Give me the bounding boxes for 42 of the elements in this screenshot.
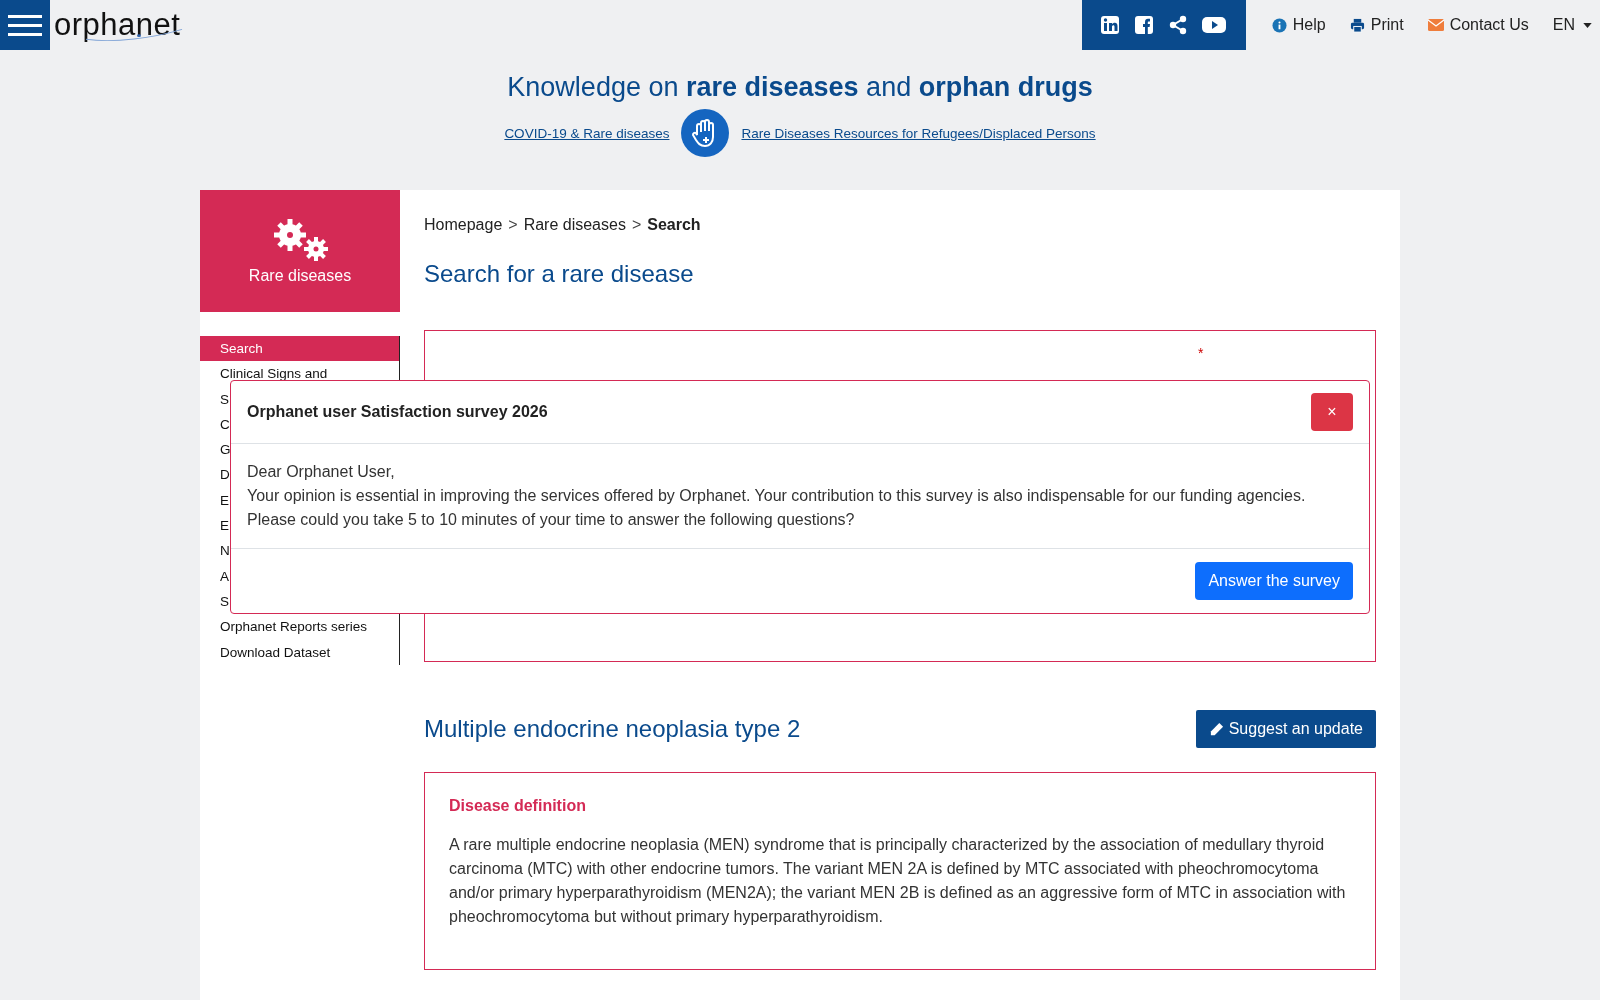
sidebar-item[interactable]: Orphanet Reports series (200, 614, 399, 640)
dialog-text: Please could you take 5 to 10 minutes of your time to answer the following questions? (247, 510, 856, 530)
disease-title: Multiple endocrine neoplasia type 2 (424, 715, 801, 743)
hand-icon (681, 109, 730, 157)
page-title: Search for a rare disease (424, 260, 695, 288)
linkedin-icon[interactable] (1099, 15, 1120, 35)
suggest-update-button[interactable]: Suggest an update (1195, 710, 1376, 748)
envelope-icon (1427, 19, 1444, 31)
caret-icon (1583, 22, 1592, 28)
dialog-title: Orphanet user Satisfaction survey 2026 (247, 403, 548, 421)
section-title: Rare diseases (248, 267, 352, 285)
breadcrumb-link[interactable]: Rare diseases (523, 216, 626, 234)
tagline: Knowledge on rare diseases and orphan drugs (506, 72, 1094, 103)
required-mark: * (1198, 345, 1204, 361)
definition-heading: Disease definition (449, 797, 587, 815)
print-link[interactable]: Print (1349, 16, 1404, 34)
logo[interactable]: orphanet (54, 0, 189, 50)
breadcrumb-separator: > (508, 216, 518, 234)
breadcrumb-link[interactable]: Homepage (424, 216, 503, 234)
pencil-icon (1208, 721, 1224, 737)
printer-icon (1349, 17, 1365, 33)
menu-button[interactable] (0, 0, 50, 50)
banner-link[interactable]: COVID-19 & Rare diseases (504, 125, 670, 141)
youtube-icon[interactable] (1201, 16, 1226, 34)
sidebar-item[interactable]: Download Dataset (200, 639, 399, 665)
section-tile[interactable]: Rare diseases (200, 190, 400, 312)
close-button[interactable]: × (1311, 393, 1353, 431)
definition-text: A rare multiple endocrine neoplasia (MEN) syndrome that is principally characterized by the association of medullary thyroid carcinoma (MTC) with other endocrine tumors. The variant MEN 2A is defined by MTC associated with pheochromocytoma and/or primary hyperparathyroidism (MEN2A); the variant MEN 2B is defined as an aggressive form of MTC in association with pheochromocytoma but without primary hyperparathyroidism. (449, 835, 1347, 927)
breadcrumb-current: Search (647, 216, 701, 234)
answer-survey-button[interactable]: Answer the survey (1195, 562, 1353, 600)
language-link[interactable]: EN (1552, 16, 1592, 34)
contact-link[interactable]: Contact Us (1427, 16, 1529, 34)
dialog-text: Your opinion is essential in improving the services offered by Orphanet. Your contribution to this survey is also indispensable for our funding agencies. (247, 486, 1307, 506)
info-icon (1271, 17, 1287, 33)
menu-icon (8, 13, 42, 37)
help-link[interactable]: Help (1271, 16, 1326, 34)
share-icon[interactable] (1167, 15, 1188, 35)
facebook-icon[interactable] (1133, 15, 1154, 35)
breadcrumb-separator: > (631, 216, 642, 234)
sidebar-item[interactable]: Search (200, 336, 399, 362)
dialog-text: Dear Orphanet User, (247, 462, 396, 482)
banner-link[interactable]: Rare Diseases Resources for Refugees/Displaced Persons (741, 125, 1096, 141)
